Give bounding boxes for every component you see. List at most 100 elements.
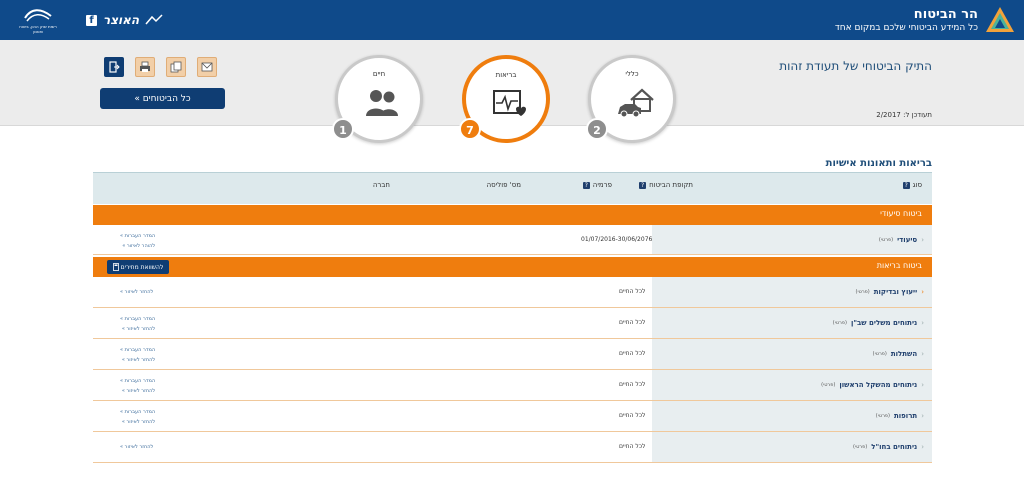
family-icon (366, 90, 398, 116)
capital-market-logo[interactable]: רשות שוק ההון, ביטוח וחסכון (16, 6, 60, 34)
row-link[interactable]: להחזר לאיזור » (120, 324, 155, 334)
row-period: לכל החיים (619, 288, 646, 295)
otzar-link[interactable]: f האוצר (86, 13, 163, 27)
expand-arrow-icon[interactable]: ‹ (921, 443, 924, 451)
row-name: השתלות (890, 350, 918, 358)
row-name: ניתוחים משלים שב"ן (850, 319, 918, 327)
row-period: לכל החיים (619, 350, 646, 357)
house-car-icon (618, 88, 654, 118)
section-title: בריאות ותאונות אישיות (825, 158, 932, 169)
row-period: 01/07/2016-30/06/2076 (581, 236, 653, 243)
capital-market-logo-text: רשות שוק ההון, ביטוח וחסכון (19, 24, 57, 34)
row-name: ניתוחים בחו"ל (871, 443, 918, 451)
table-row[interactable]: ‹ תרופות (פרטי) לכל החיים המדר העברות » להחזר… (93, 401, 932, 432)
row-link[interactable]: להחזר לאיזור » (120, 417, 155, 427)
category-health-title: בריאות (495, 71, 517, 79)
link-area[interactable]: להוהר לאיזור » (120, 241, 155, 251)
row-name: סיעודי (897, 235, 918, 244)
row-tag: (פרטי) (875, 413, 890, 419)
toolbar (104, 57, 217, 77)
brand-title: הר הביטוח (913, 6, 978, 22)
page-title: התיק הביטוחי של תעודת זהות (779, 59, 932, 73)
otzar-swoosh-icon (145, 14, 163, 25)
category-general-title: כללי (625, 70, 639, 78)
row-link[interactable]: המדר העברות » (120, 376, 155, 386)
row-period: לכל החיים (619, 412, 646, 419)
row-link[interactable]: להחזר לאיזור » (120, 355, 155, 365)
updated-date: תעודכן ל: 2/2017 (876, 111, 932, 119)
row-period: לכל החיים (619, 443, 646, 450)
expand-arrow-icon[interactable]: ‹ (921, 236, 924, 244)
brand[interactable]: הר הביטוח כל המידע הביטוחי שלכם במקום אח… (835, 4, 1016, 36)
row-tag: (פרטי) (855, 289, 870, 295)
row-links: המדר העברות » להחזר לאיזור » (120, 345, 155, 365)
category-general-count: 2 (586, 118, 608, 140)
row-link[interactable]: להחזר לאיזור » (120, 442, 153, 452)
row-links: המדר העברות » להחזר לאיזור » (120, 407, 155, 427)
help-icon[interactable]: ? (582, 181, 590, 189)
table-row[interactable]: ‹ ניתוחים בחו"ל (פרטי) לכל החיים להחזר לאיזו… (93, 432, 932, 463)
category-health-count: 7 (459, 118, 481, 140)
print-icon[interactable] (135, 57, 155, 77)
facebook-icon[interactable]: f (86, 14, 97, 26)
table-row[interactable]: ‹ השתלות (פרטי) לכל החיים המדר העברות » להחזר… (93, 339, 932, 370)
row-links: המדר העברות » להוהר לאיזור » (120, 231, 155, 251)
row-links: המדר העברות » להחזר לאיזור » (120, 376, 155, 396)
row-link[interactable]: להחזר לאיזור » (120, 386, 155, 396)
row-tag: (פרטי) (832, 320, 847, 326)
insurance-table: סוג ? תקופת הביטוח ? פרמיה ? מס' פוליסה … (93, 172, 932, 463)
copy-icon[interactable] (166, 57, 186, 77)
row-link[interactable]: המדר העברות » (120, 407, 155, 417)
table-row[interactable]: ‹ סיעודי (פרטי) 01/07/2016-30/06/2076 המ… (93, 225, 932, 255)
expand-arrow-icon[interactable]: ‹ (921, 288, 924, 296)
all-insurances-button[interactable]: כל הביטוחים » (100, 88, 225, 109)
partner-logos: רשות שוק ההון, ביטוח וחסכון f האוצר (16, 6, 163, 34)
expand-arrow-icon[interactable]: ‹ (921, 412, 924, 420)
expand-arrow-icon[interactable]: ‹ (921, 350, 924, 358)
row-tag: (פרטי) (821, 382, 836, 388)
row-tag: (פרטי) (872, 351, 887, 357)
expand-arrow-icon[interactable]: ‹ (921, 381, 924, 389)
help-icon[interactable]: ? (902, 181, 910, 189)
calculator-icon (112, 263, 119, 271)
col-premium: פרמיה ? (582, 181, 612, 189)
otzar-name: האוצר (103, 13, 140, 27)
top-header: רשות שוק ההון, ביטוח וחסכון f האוצר הר ה… (0, 0, 1024, 40)
col-type: סוג ? (902, 181, 922, 189)
row-period: לכל החיים (619, 319, 646, 326)
row-link[interactable]: המדר העברות » (120, 345, 155, 355)
mail-icon[interactable] (197, 57, 217, 77)
row-link[interactable]: המדר העברות » (120, 314, 155, 324)
har-habituach-logo-icon (986, 7, 1014, 32)
group-header: ביטוח סיעודי (93, 205, 932, 225)
row-name: תרופות (894, 412, 918, 420)
group-header: ביטוח בריאות להשוואת מחירים (93, 257, 932, 277)
group-label: ביטוח בריאות (876, 261, 922, 270)
brand-subtitle: כל המידע הביטוחי שלכם במקום אחד (834, 22, 978, 33)
row-name: ייעוץ ובדיקות (873, 288, 918, 296)
row-tag: (פרטי) (878, 236, 894, 243)
link-transfer[interactable]: המדר העברות » (120, 231, 155, 241)
col-period: תקופת הביטוח ? (639, 181, 693, 189)
category-life-title: חיים (372, 70, 386, 78)
health-monitor-icon (493, 90, 526, 116)
col-company: חברה (372, 181, 390, 189)
table-row[interactable]: ‹ ייעוץ ובדיקות (פרטי) לכל החיים להחזר לאיזו… (93, 277, 932, 308)
help-icon[interactable]: ? (639, 181, 647, 189)
row-period: לכל החיים (619, 381, 646, 388)
wave-logo-icon (24, 9, 52, 22)
table-row[interactable]: ‹ ניתוחים משלים שב"ן (פרטי) לכל החיים המדר ה… (93, 308, 932, 339)
table-row[interactable]: ‹ ניתוחים מהשקל הראשון (פרטי) לכל החיים המדר… (93, 370, 932, 401)
row-tag: (פרטי) (853, 444, 868, 450)
table-header: סוג ? תקופת הביטוח ? פרמיה ? מס' פוליסה … (93, 172, 932, 204)
exit-icon[interactable] (104, 57, 124, 77)
row-name: ניתוחים מהשקל הראשון (839, 381, 918, 389)
compare-prices-button[interactable]: להשוואת מחירים (107, 260, 169, 274)
group-label: ביטוח סיעודי (880, 209, 922, 218)
row-link[interactable]: להחזר לאיזור » (120, 287, 153, 297)
row-links: להחזר לאיזור » (120, 287, 153, 297)
row-links: להחזר לאיזור » (120, 442, 153, 452)
col-policy-no: מס' פוליסה (486, 181, 521, 189)
expand-arrow-icon[interactable]: ‹ (921, 319, 924, 327)
row-links: המדר העברות » להחזר לאיזור » (120, 314, 155, 334)
